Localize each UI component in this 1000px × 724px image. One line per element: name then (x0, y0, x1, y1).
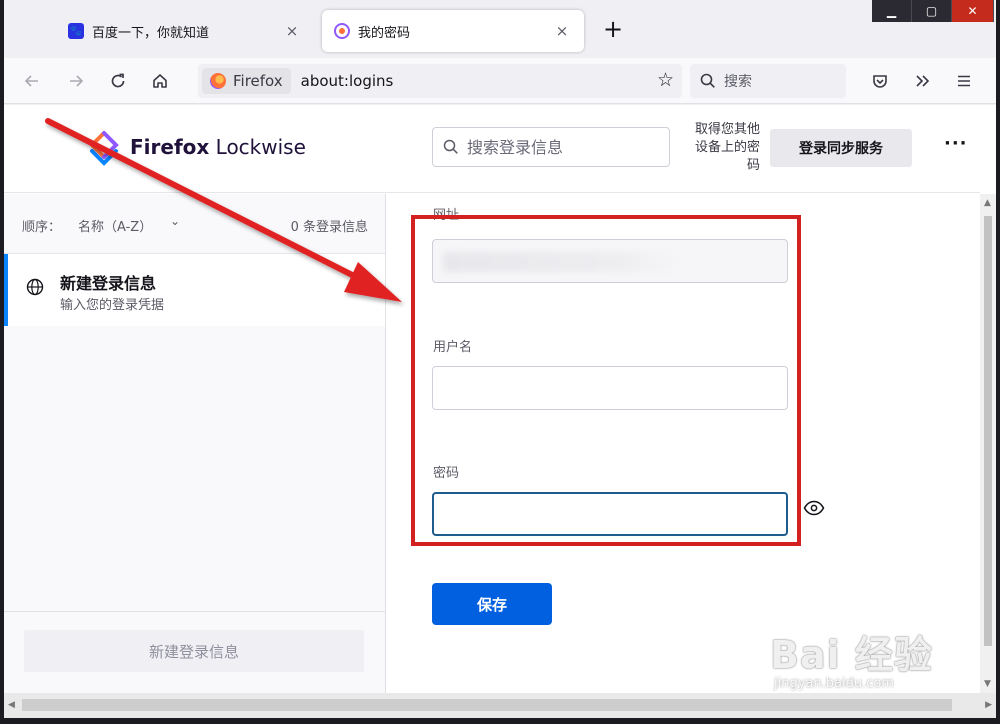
url-bar[interactable]: Firefox about:logins ☆ (198, 64, 682, 98)
window-close-button[interactable]: ✕ (952, 0, 994, 22)
double-chevron-right-icon (916, 75, 930, 87)
navigation-toolbar: Firefox about:logins ☆ 搜索 (4, 58, 996, 104)
filter-input[interactable] (467, 137, 657, 157)
firefox-logo-icon (210, 73, 226, 89)
pocket-button[interactable] (864, 65, 896, 97)
hamburger-menu-icon (958, 75, 970, 87)
browser-window: 🐾 百度一下，你就知道 × 我的密码 × + ▁ ▢ ✕ Firefox abo… (4, 0, 996, 718)
app-menu-button[interactable] (948, 65, 980, 97)
scroll-thumb[interactable] (984, 216, 992, 646)
forward-button[interactable] (60, 65, 92, 97)
tab-baidu[interactable]: 🐾 百度一下，你就知道 × (56, 10, 314, 52)
home-icon (153, 74, 167, 88)
tab-close-icon[interactable]: × (552, 22, 572, 40)
url-text[interactable]: about:logins (301, 72, 394, 90)
tab-close-icon[interactable]: × (282, 22, 302, 40)
lockwise-logo-icon (89, 131, 119, 166)
reload-icon (111, 73, 125, 88)
reload-button[interactable] (102, 65, 134, 97)
search-box[interactable]: 搜索 (690, 64, 846, 98)
tab-title: 我的密码 (358, 25, 411, 41)
list-item-new-login[interactable]: 新建登录信息 输入您的登录凭据 (4, 254, 385, 326)
lockwise-header: Firefox Lockwise 取得您其他设备上的密码 登录同步服务 ··· (4, 105, 980, 193)
login-count: 0 条登录信息 (290, 220, 368, 235)
tab-strip: 🐾 百度一下，你就知道 × 我的密码 × + ▁ ▢ ✕ (4, 0, 996, 58)
tab-title: 百度一下，你就知道 (92, 25, 210, 41)
brand-name: Firefox Lockwise (130, 135, 306, 159)
minimize-button[interactable]: ▁ (872, 0, 912, 22)
window-controls: ▁ ▢ ✕ (872, 0, 994, 22)
search-label: 搜索 (724, 74, 752, 90)
globe-icon (26, 278, 44, 296)
lockwise-logo: Firefox Lockwise (84, 127, 306, 167)
scroll-thumb[interactable] (22, 699, 952, 711)
tab-my-passwords[interactable]: 我的密码 × (322, 10, 584, 52)
scroll-up-icon[interactable]: ▲ (984, 198, 991, 208)
lockwise-page: Firefox Lockwise 取得您其他设备上的密码 登录同步服务 ··· … (4, 105, 996, 693)
baidu-paw-icon: 🐾 (68, 23, 84, 39)
create-login-button[interactable]: 新建登录信息 (24, 630, 364, 672)
login-filter[interactable] (432, 127, 670, 167)
sync-message: 取得您其他设备上的密码 (694, 122, 760, 173)
identity-label: Firefox (233, 72, 283, 90)
home-button[interactable] (144, 65, 176, 97)
arrow-right-icon (70, 75, 84, 87)
login-list: 顺序： 名称（A-Z） ⌄ 0 条登录信息 新建登录信息 输入您的登录凭据 新建… (4, 194, 386, 693)
list-item-title: 新建登录信息 (60, 274, 157, 293)
horizontal-scrollbar[interactable]: ◀ ▶ (4, 693, 996, 718)
bookmark-star-icon[interactable]: ☆ (657, 69, 674, 91)
search-icon (443, 139, 458, 154)
username-input[interactable] (432, 366, 788, 410)
origin-blurred-value (443, 252, 683, 272)
pocket-icon (873, 75, 887, 88)
list-footer: 新建登录信息 (4, 611, 385, 693)
maximize-button[interactable]: ▢ (912, 0, 952, 22)
vertical-scrollbar[interactable]: ▲ ▼ (980, 194, 996, 693)
arrow-left-icon (24, 75, 38, 87)
sync-login-button[interactable]: 登录同步服务 (770, 129, 912, 167)
save-button[interactable]: 保存 (432, 583, 552, 625)
scroll-right-icon[interactable]: ▶ (985, 700, 992, 710)
password-input[interactable] (432, 492, 788, 536)
more-options-button[interactable]: ··· (944, 133, 968, 154)
sort-label: 顺序： (22, 220, 62, 235)
password-label: 密码 (433, 466, 460, 481)
scroll-down-icon[interactable]: ▼ (984, 679, 991, 689)
chevron-down-icon[interactable]: ⌄ (170, 214, 180, 228)
login-edit-form: 网址 用户名 密码 保存 (387, 194, 980, 693)
search-icon (700, 73, 715, 88)
back-button[interactable] (16, 65, 48, 97)
eye-icon[interactable] (803, 500, 825, 516)
origin-label: 网址 (433, 208, 460, 223)
scroll-left-icon[interactable]: ◀ (8, 700, 15, 710)
sort-select[interactable]: 名称（A-Z） (78, 216, 152, 235)
overflow-chevron-button[interactable] (906, 65, 938, 97)
sort-bar: 顺序： 名称（A-Z） ⌄ 0 条登录信息 (4, 194, 386, 254)
new-tab-button[interactable]: + (598, 14, 628, 46)
identity-box[interactable]: Firefox (202, 68, 291, 94)
lockwise-icon (334, 23, 350, 39)
username-label: 用户名 (433, 340, 473, 355)
list-item-subtitle: 输入您的登录凭据 (60, 298, 165, 313)
